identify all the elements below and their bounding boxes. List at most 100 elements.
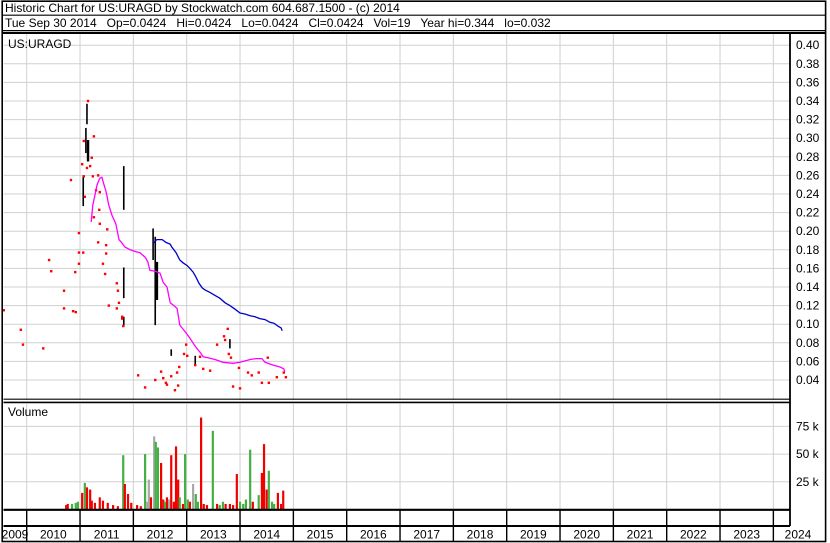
trade-dot <box>267 381 271 384</box>
trade-dot <box>106 228 109 231</box>
trade-dot <box>159 370 163 373</box>
trade-dot <box>257 371 260 374</box>
trade-dot <box>202 367 205 371</box>
high-low-bar <box>170 349 173 356</box>
volume-bar <box>265 489 268 510</box>
volume-bar <box>211 430 214 510</box>
high-low-bar <box>152 228 154 261</box>
price-tick-label: 0.08 <box>796 336 820 350</box>
year-label: 2009 <box>2 528 29 542</box>
trade-dot <box>107 304 111 307</box>
volume-bar <box>228 503 231 510</box>
volume-bar <box>154 441 157 510</box>
volume-bar <box>81 492 84 510</box>
year-label: 2014 <box>253 528 280 542</box>
stockwatch-historic-chart-window: Historic Chart for US:URAGD by Stockwatc… <box>0 0 830 543</box>
volume-bar <box>188 501 191 510</box>
trade-dot <box>82 251 85 254</box>
trade-dot <box>165 383 169 386</box>
volume-bar <box>167 499 171 510</box>
trade-dot <box>284 376 288 379</box>
trade-dot <box>69 178 73 182</box>
volume-bar <box>249 449 252 510</box>
trade-dot <box>62 289 66 292</box>
volume-bar <box>156 447 159 510</box>
volume-bar <box>270 501 274 510</box>
volume-bar <box>191 484 195 510</box>
volume-bar <box>276 492 279 510</box>
year-label: 2010 <box>40 528 67 542</box>
year-label: 2020 <box>573 528 600 542</box>
volume-bar <box>126 493 130 510</box>
year-label: 2024 <box>785 528 812 542</box>
volume-bar <box>202 503 205 510</box>
high-low-bar <box>86 103 88 125</box>
trade-dot <box>237 366 241 370</box>
volume-bar <box>90 500 93 510</box>
trade-dot <box>82 175 85 178</box>
trade-dot <box>215 343 219 346</box>
volume-bar <box>257 495 260 510</box>
trade-dot <box>88 164 92 168</box>
volume-bar <box>130 502 133 510</box>
trade-dot <box>86 99 90 103</box>
volume-bar <box>159 462 163 510</box>
trade-dot <box>77 251 81 254</box>
volume-bar <box>93 502 97 510</box>
price-tick-label: 0.20 <box>796 224 820 238</box>
volume-pane-label: Volume <box>8 405 49 419</box>
trade-dot <box>246 371 250 374</box>
volume-bar <box>178 497 181 510</box>
volume-bar <box>170 455 173 510</box>
price-tick-label: 0.34 <box>796 94 820 108</box>
trade-dot <box>104 252 108 255</box>
volume-tick-label: 75 k <box>796 419 820 433</box>
volume-bar <box>267 470 270 510</box>
volume-bar <box>279 503 283 510</box>
trade-dot <box>71 309 75 313</box>
price-tick-label: 0.28 <box>796 150 820 164</box>
year-label: 2013 <box>200 528 227 542</box>
year-label: 2015 <box>307 528 334 542</box>
year-label: 2019 <box>520 528 547 542</box>
price-tick-label: 0.12 <box>796 299 820 313</box>
trade-dot <box>104 243 108 247</box>
volume-bar <box>74 502 77 510</box>
trade-dot <box>21 343 25 346</box>
trade-dot <box>250 374 253 377</box>
trade-dot <box>62 307 66 310</box>
trade-dot <box>42 347 45 350</box>
volume-bar <box>260 472 263 510</box>
price-tick-label: 0.22 <box>796 206 820 220</box>
trade-dot <box>92 216 96 219</box>
trade-dot <box>50 269 53 273</box>
price-tick-label: 0.40 <box>796 38 820 52</box>
trade-dot <box>194 363 197 367</box>
volume-bar <box>183 454 187 510</box>
trade-dot <box>92 135 96 138</box>
trade-dot <box>226 327 229 331</box>
trade-dot <box>116 289 120 292</box>
trade-dot <box>182 352 186 356</box>
volume-bar <box>238 501 242 510</box>
trade-dot <box>238 387 242 390</box>
year-label: 2023 <box>733 528 760 542</box>
price-tick-label: 0.24 <box>796 187 820 201</box>
volume-bar <box>235 474 238 510</box>
trade-dot <box>222 335 226 338</box>
trade-dot <box>176 384 180 387</box>
volume-bar <box>273 503 276 510</box>
price-tick-label: 0.06 <box>796 354 820 368</box>
trade-dot <box>83 195 87 198</box>
trade-dot <box>19 328 23 331</box>
trade-dot <box>96 174 100 177</box>
high-low-bar <box>82 175 85 207</box>
trade-dot <box>91 175 95 178</box>
year-label: 2017 <box>413 528 440 542</box>
trade-dot <box>227 352 231 356</box>
year-label: 2012 <box>147 528 174 542</box>
trade-dot <box>260 381 264 384</box>
trade-dot <box>80 163 84 166</box>
trade-dot <box>136 374 140 377</box>
price-tick-label: 0.10 <box>796 317 820 331</box>
